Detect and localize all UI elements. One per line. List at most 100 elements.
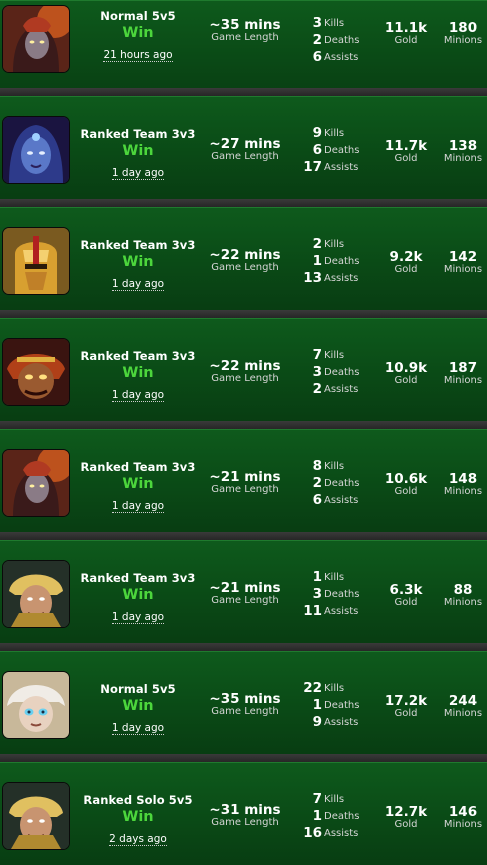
minions-label: Minions [443,708,483,719]
champion-portrait-icon[interactable] [2,782,70,850]
gold-label: Gold [394,375,418,386]
assists-value: 2 [312,381,322,397]
game-length-value: ~22 mins [209,247,281,263]
game-mode: Ranked Solo 5v5 [83,793,193,807]
match-row[interactable]: Ranked Team 3v3 Win 1 day ago ~21 mins G… [0,540,487,643]
time-ago[interactable]: 1 day ago [111,389,165,402]
minions-label: Minions [443,486,483,497]
game-mode: Ranked Team 3v3 [80,460,196,474]
kda-stats: 8 Kills 2 Deaths 6 Assists [286,456,366,508]
row-separator [0,643,487,651]
gold-label: Gold [394,153,418,164]
gold-value: 9.2k [389,249,423,265]
minions-value: 180 [448,20,478,36]
game-length-value: ~31 mins [209,802,281,818]
game-length-label: Game Length [211,706,279,717]
minions-value: 148 [448,471,478,487]
gold-value: 11.1k [384,20,428,36]
game-length-label: Game Length [211,32,279,43]
gold-value: 6.3k [389,582,423,598]
match-row[interactable]: Ranked Team 3v3 Win 1 day ago ~22 mins G… [0,207,487,310]
minions-value: 187 [448,360,478,376]
champion-portrait-icon[interactable] [2,671,70,739]
minions-label: Minions [443,153,483,164]
minions-stat: 138 Minions [436,139,487,164]
match-history-list: Normal 5v5 Win 21 hours ago ~35 mins Gam… [0,0,487,865]
game-mode: Normal 5v5 [100,9,176,23]
minions-stat: 148 Minions [436,472,487,497]
minions-label: Minions [443,375,483,386]
match-info: Ranked Team 3v3 Win 1 day ago [72,238,204,291]
gold-stat: 6.3k Gold [376,583,436,608]
game-length-label: Game Length [211,373,279,384]
gold-stat: 17.2k Gold [376,694,436,719]
time-ago[interactable]: 2 days ago [109,833,167,846]
row-separator [0,532,487,540]
match-result: Win [122,25,154,41]
minions-stat: 146 Minions [436,805,487,830]
game-length-label: Game Length [211,484,279,495]
assists-label: Assists [324,828,359,839]
game-length: ~31 mins Game Length [206,803,284,828]
assists-value: 9 [312,714,322,730]
time-ago[interactable]: 21 hours ago [103,49,173,62]
game-length: ~27 mins Game Length [206,137,284,162]
time-ago[interactable]: 1 day ago [111,500,165,513]
kda-stats: 3 Kills 2 Deaths 6 Assists [286,13,366,65]
minions-label: Minions [443,264,483,275]
gold-label: Gold [394,35,418,46]
assists-value: 11 [303,603,322,619]
game-mode: Ranked Team 3v3 [80,571,196,585]
champion-portrait-icon[interactable] [2,5,70,73]
time-ago[interactable]: 1 day ago [111,167,165,180]
kda-stats: 2 Kills 1 Deaths 13 Assists [286,234,366,286]
row-separator [0,421,487,429]
kda-stats: 7 Kills 3 Deaths 2 Assists [286,345,366,397]
assists-label: Assists [324,52,359,63]
game-length: ~22 mins Game Length [206,359,284,384]
match-result: Win [122,587,154,603]
gold-label: Gold [394,486,418,497]
gold-value: 12.7k [384,804,428,820]
champion-portrait-icon[interactable] [2,449,70,517]
champion-portrait-icon[interactable] [2,338,70,406]
champion-portrait-icon[interactable] [2,560,70,628]
assists-value: 16 [303,825,322,841]
game-length: ~22 mins Game Length [206,248,284,273]
match-row[interactable]: Ranked Team 3v3 Win 1 day ago ~22 mins G… [0,318,487,421]
gold-label: Gold [394,264,418,275]
match-info: Ranked Team 3v3 Win 1 day ago [72,460,204,513]
gold-stat: 11.1k Gold [376,21,436,46]
match-result: Win [122,254,154,270]
match-row[interactable]: Ranked Team 3v3 Win 1 day ago ~21 mins G… [0,429,487,532]
match-row[interactable]: Normal 5v5 Win 1 day ago ~35 mins Game L… [0,651,487,754]
gold-stat: 10.6k Gold [376,472,436,497]
match-info: Ranked Team 3v3 Win 1 day ago [72,571,204,624]
assists-value: 6 [312,492,322,508]
match-info: Normal 5v5 Win 21 hours ago [72,9,204,62]
minions-value: 138 [448,138,478,154]
match-row[interactable]: Ranked Team 3v3 Win 1 day ago ~27 mins G… [0,96,487,199]
champion-portrait-icon[interactable] [2,116,70,184]
assists-value: 13 [303,270,322,286]
assists-label: Assists [324,162,359,173]
gold-value: 10.6k [384,471,428,487]
champion-portrait-icon[interactable] [2,227,70,295]
game-mode: Ranked Team 3v3 [80,349,196,363]
gold-value: 11.7k [384,138,428,154]
game-mode: Ranked Team 3v3 [80,127,196,141]
game-length-label: Game Length [211,151,279,162]
match-result: Win [122,143,154,159]
row-separator [0,199,487,207]
game-length-value: ~21 mins [209,580,281,596]
kda-stats: 9 Kills 6 Deaths 17 Assists [286,123,366,175]
match-info: Ranked Team 3v3 Win 1 day ago [72,349,204,402]
match-result: Win [122,476,154,492]
match-info: Ranked Team 3v3 Win 1 day ago [72,127,204,180]
time-ago[interactable]: 1 day ago [111,611,165,624]
time-ago[interactable]: 1 day ago [111,722,165,735]
match-row[interactable]: Ranked Solo 5v5 Win 2 days ago ~31 mins … [0,762,487,865]
minions-stat: 180 Minions [436,21,487,46]
time-ago[interactable]: 1 day ago [111,278,165,291]
row-separator [0,754,487,762]
